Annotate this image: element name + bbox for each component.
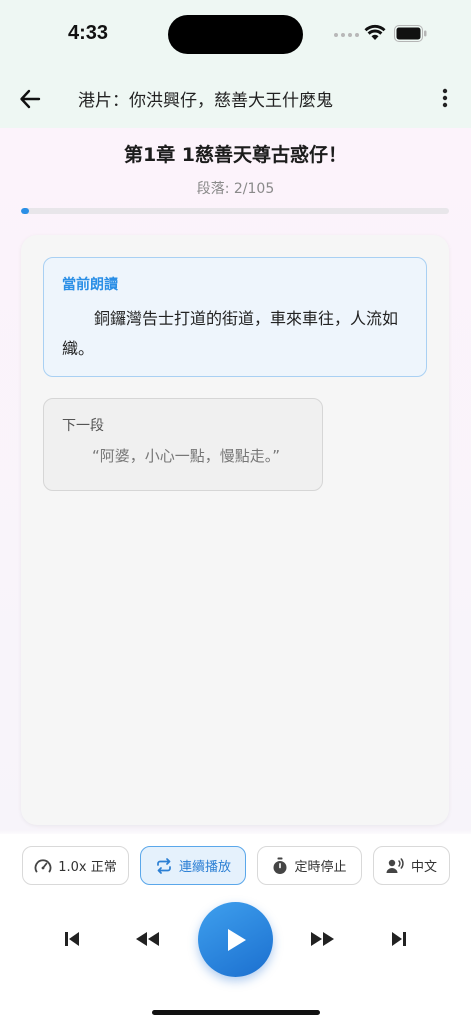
speed-label: 1.0x 正常 — [58, 860, 117, 875]
stopwatch-icon — [273, 857, 287, 874]
rewind-icon — [136, 932, 159, 946]
more-options-button[interactable] — [430, 82, 460, 114]
speed-button[interactable]: 1.0x 正常 — [22, 846, 129, 885]
continuous-play-button[interactable]: 連續播放 — [140, 846, 246, 885]
reading-progress-fill — [21, 208, 30, 214]
next-paragraph-label: 下一段 — [62, 418, 104, 434]
cellular-signal-icon — [334, 33, 359, 37]
repeat-icon — [157, 857, 171, 874]
status-bar: 4:33 — [0, 0, 471, 68]
voice-language-button[interactable]: 中文 — [373, 846, 450, 885]
rewind-button[interactable] — [127, 919, 167, 959]
status-time: 4:33 — [68, 22, 109, 44]
back-button[interactable] — [14, 83, 46, 115]
fast-forward-button[interactable] — [303, 919, 343, 959]
voice-person-icon — [386, 857, 404, 873]
app-title: 港片：你洪興仔，慈善大王什麼鬼 — [78, 91, 333, 111]
more-vertical-icon — [442, 88, 448, 108]
battery-icon — [394, 25, 427, 42]
current-reading-label: 當前朗讀 — [62, 277, 118, 293]
wifi-icon — [364, 24, 386, 40]
back-arrow-icon — [20, 89, 41, 109]
next-paragraph-box[interactable]: 下一段 “阿婆，小心一點，慢點走。” — [43, 398, 323, 491]
speedometer-icon — [34, 858, 52, 872]
home-indicator — [152, 1010, 320, 1015]
sleep-timer-label: 定時停止 — [294, 860, 347, 875]
fast-forward-icon — [311, 932, 334, 946]
current-paragraph-box: 當前朗讀 銅鑼灣告士打道的街道，車來車往，人流如織。 — [43, 257, 427, 377]
sleep-timer-button[interactable]: 定時停止 — [257, 846, 362, 885]
next-paragraph-text: “阿婆，小心一點，慢點走。” — [92, 447, 281, 465]
next-chapter-button[interactable] — [379, 919, 419, 959]
previous-chapter-button[interactable] — [52, 919, 92, 959]
play-icon — [227, 928, 246, 951]
dynamic-island — [168, 15, 303, 54]
continuous-play-label: 連續播放 — [178, 860, 231, 875]
voice-language-label: 中文 — [410, 860, 437, 875]
current-paragraph-text: 銅鑼灣告士打道的街道，車來車往，人流如織。 — [62, 309, 399, 358]
chapter-title: 第1章 1慈善天尊古惑仔！ — [123, 144, 348, 166]
reading-progress-bar[interactable] — [21, 208, 449, 214]
app-bar: 港片：你洪興仔，慈善大王什麼鬼 — [0, 68, 471, 128]
reader-card: 當前朗讀 銅鑼灣告士打道的街道，車來車往，人流如織。 下一段 “阿婆，小心一點，… — [21, 235, 449, 825]
play-button[interactable] — [198, 902, 273, 977]
paragraph-counter: 段落: 2/105 — [196, 181, 275, 197]
skip-next-icon — [392, 932, 406, 946]
skip-previous-icon — [65, 932, 79, 946]
